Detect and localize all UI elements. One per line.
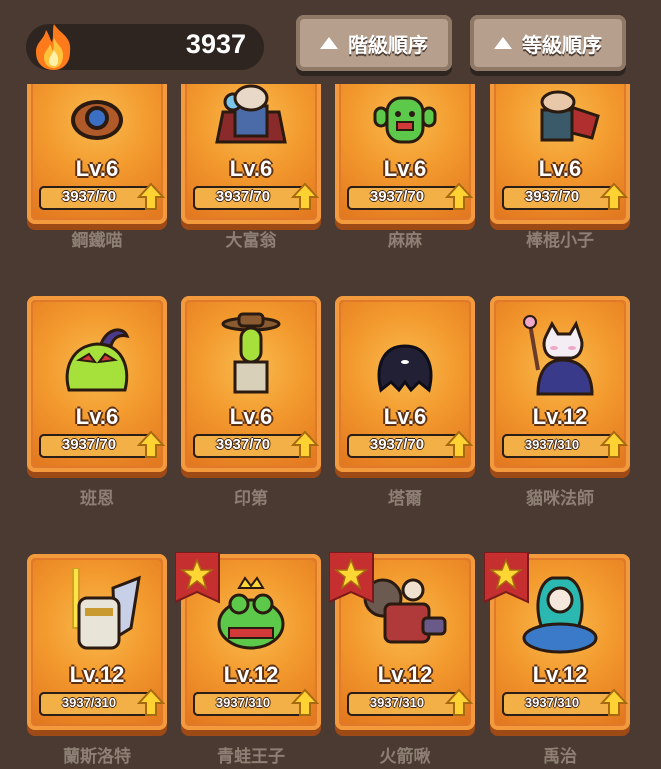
- character-name: 棒棍小子: [526, 231, 594, 251]
- character-card[interactable]: Lv.12 3937/310: [175, 552, 321, 730]
- sort-up-triangle-icon: [494, 37, 512, 49]
- character-level: Lv.12: [532, 662, 588, 687]
- upgrade-arrow-icon: [291, 182, 319, 210]
- character-level: Lv.12: [223, 662, 279, 687]
- character-card[interactable]: Lv.12 3937/310: [329, 552, 475, 730]
- level-progress-bar: 3937/310: [502, 688, 628, 716]
- sort-by-level-button[interactable]: 等級順序: [470, 15, 626, 71]
- favorite-star-flag-icon: [329, 552, 374, 604]
- favorite-star-flag-icon: [175, 552, 220, 604]
- upgrade-arrow-icon: [291, 688, 319, 716]
- level-progress-text: 3937/310: [524, 437, 580, 452]
- character-card[interactable]: Lv.6 3937/70: [335, 84, 475, 224]
- sort-by-level-label: 等級順序: [522, 32, 602, 57]
- character-name: 班恩: [80, 489, 114, 509]
- character-level: Lv.6: [75, 404, 119, 429]
- character-card[interactable]: Lv.6 3937/70: [181, 296, 321, 472]
- level-progress-bar: 3937/310: [502, 430, 628, 458]
- character-card[interactable]: Lv.6 3937/70: [490, 84, 630, 224]
- level-progress-bar: 3937/310: [347, 688, 473, 716]
- sort-by-rank-label: 階級順序: [348, 32, 428, 57]
- character-card[interactable]: Lv.6 3937/70: [181, 84, 321, 224]
- upgrade-arrow-icon: [137, 430, 165, 458]
- character-card[interactable]: Lv.6 3937/70: [27, 296, 167, 472]
- character-name: 貓咪法師: [526, 489, 594, 509]
- character-card[interactable]: Lv.6 3937/70: [335, 296, 475, 472]
- character-level: Lv.6: [75, 156, 119, 181]
- ben-slime-portrait-icon: [65, 328, 130, 392]
- level-progress-bar: 3937/310: [193, 688, 319, 716]
- indy-cowboy-portrait-icon: [221, 312, 281, 394]
- top-bar: 3937 階級順序 等級順序: [0, 0, 661, 84]
- character-name: 火箭啾: [379, 747, 431, 767]
- level-progress-text: 3937/70: [524, 188, 580, 205]
- character-name: 塔爾: [388, 489, 422, 509]
- cactus-portrait-icon: [373, 96, 437, 144]
- character-name: 青蛙王子: [217, 747, 285, 767]
- level-progress-bar: 3937/70: [193, 182, 319, 210]
- character-card[interactable]: Lv.6 3937/70: [27, 84, 167, 224]
- character-name: 麻麻: [388, 231, 422, 251]
- level-progress-bar: 3937/310: [39, 688, 165, 716]
- character-card[interactable]: Lv.12 3937/310: [27, 554, 167, 730]
- sort-by-rank-button[interactable]: 階級順序: [296, 15, 452, 71]
- character-name: 蘭斯洛特: [63, 747, 131, 767]
- tar-blob-portrait-icon: [377, 344, 433, 393]
- upgrade-arrow-icon: [445, 430, 473, 458]
- character-level: Lv.6: [229, 404, 273, 429]
- level-progress-text: 3937/70: [61, 436, 117, 453]
- sort-up-triangle-icon: [320, 37, 338, 49]
- currency-value: 3937: [185, 29, 246, 59]
- level-progress-text: 3937/70: [369, 188, 425, 205]
- level-progress-text: 3937/70: [369, 436, 425, 453]
- iron-cat-portrait-icon: [71, 100, 123, 140]
- cat-mage-portrait-icon: [523, 315, 594, 396]
- character-name: 印第: [234, 489, 268, 509]
- character-level: Lv.6: [538, 156, 582, 181]
- level-progress-text: 3937/70: [215, 188, 271, 205]
- character-name: 鋼鐵喵: [71, 231, 123, 251]
- character-name: 禹治: [543, 747, 577, 767]
- level-progress-text: 3937/310: [369, 695, 425, 710]
- currency-display: 3937: [26, 24, 264, 70]
- level-progress-bar: 3937/70: [39, 430, 165, 458]
- level-progress-text: 3937/310: [215, 695, 271, 710]
- tycoon-portrait-icon: [215, 84, 287, 144]
- character-level: Lv.12: [532, 404, 588, 429]
- level-progress-bar: 3937/70: [39, 182, 165, 210]
- level-progress-bar: 3937/70: [347, 430, 473, 458]
- level-progress-text: 3937/70: [215, 436, 271, 453]
- character-level: Lv.6: [229, 156, 273, 181]
- character-level: Lv.12: [69, 662, 125, 687]
- level-progress-bar: 3937/70: [502, 182, 628, 210]
- upgrade-arrow-icon: [600, 688, 628, 716]
- upgrade-arrow-icon: [137, 688, 165, 716]
- stick-kid-portrait-icon: [540, 90, 600, 142]
- upgrade-arrow-icon: [445, 688, 473, 716]
- character-level: Lv.12: [377, 662, 433, 687]
- upgrade-arrow-icon: [445, 182, 473, 210]
- character-level: Lv.6: [383, 404, 427, 429]
- character-card[interactable]: Lv.12 3937/310: [490, 296, 630, 472]
- flame-icon: [36, 24, 71, 70]
- character-grid: Lv.6 3937/70 鋼鐵喵 Lv.6 3937/70 大富翁 Lv.6 3…: [0, 84, 661, 769]
- level-progress-text: 3937/310: [61, 695, 117, 710]
- level-progress-bar: 3937/70: [347, 182, 473, 210]
- upgrade-arrow-icon: [600, 182, 628, 210]
- level-progress-bar: 3937/70: [193, 430, 319, 458]
- upgrade-arrow-icon: [291, 430, 319, 458]
- level-progress-text: 3937/70: [61, 188, 117, 205]
- level-progress-text: 3937/310: [524, 695, 580, 710]
- character-name: 大富翁: [225, 231, 277, 251]
- lancelot-knight-portrait-icon: [72, 568, 141, 650]
- character-card[interactable]: Lv.12 3937/310: [484, 552, 630, 730]
- favorite-star-flag-icon: [484, 552, 529, 604]
- upgrade-arrow-icon: [137, 182, 165, 210]
- character-level: Lv.6: [383, 156, 427, 181]
- upgrade-arrow-icon: [600, 430, 628, 458]
